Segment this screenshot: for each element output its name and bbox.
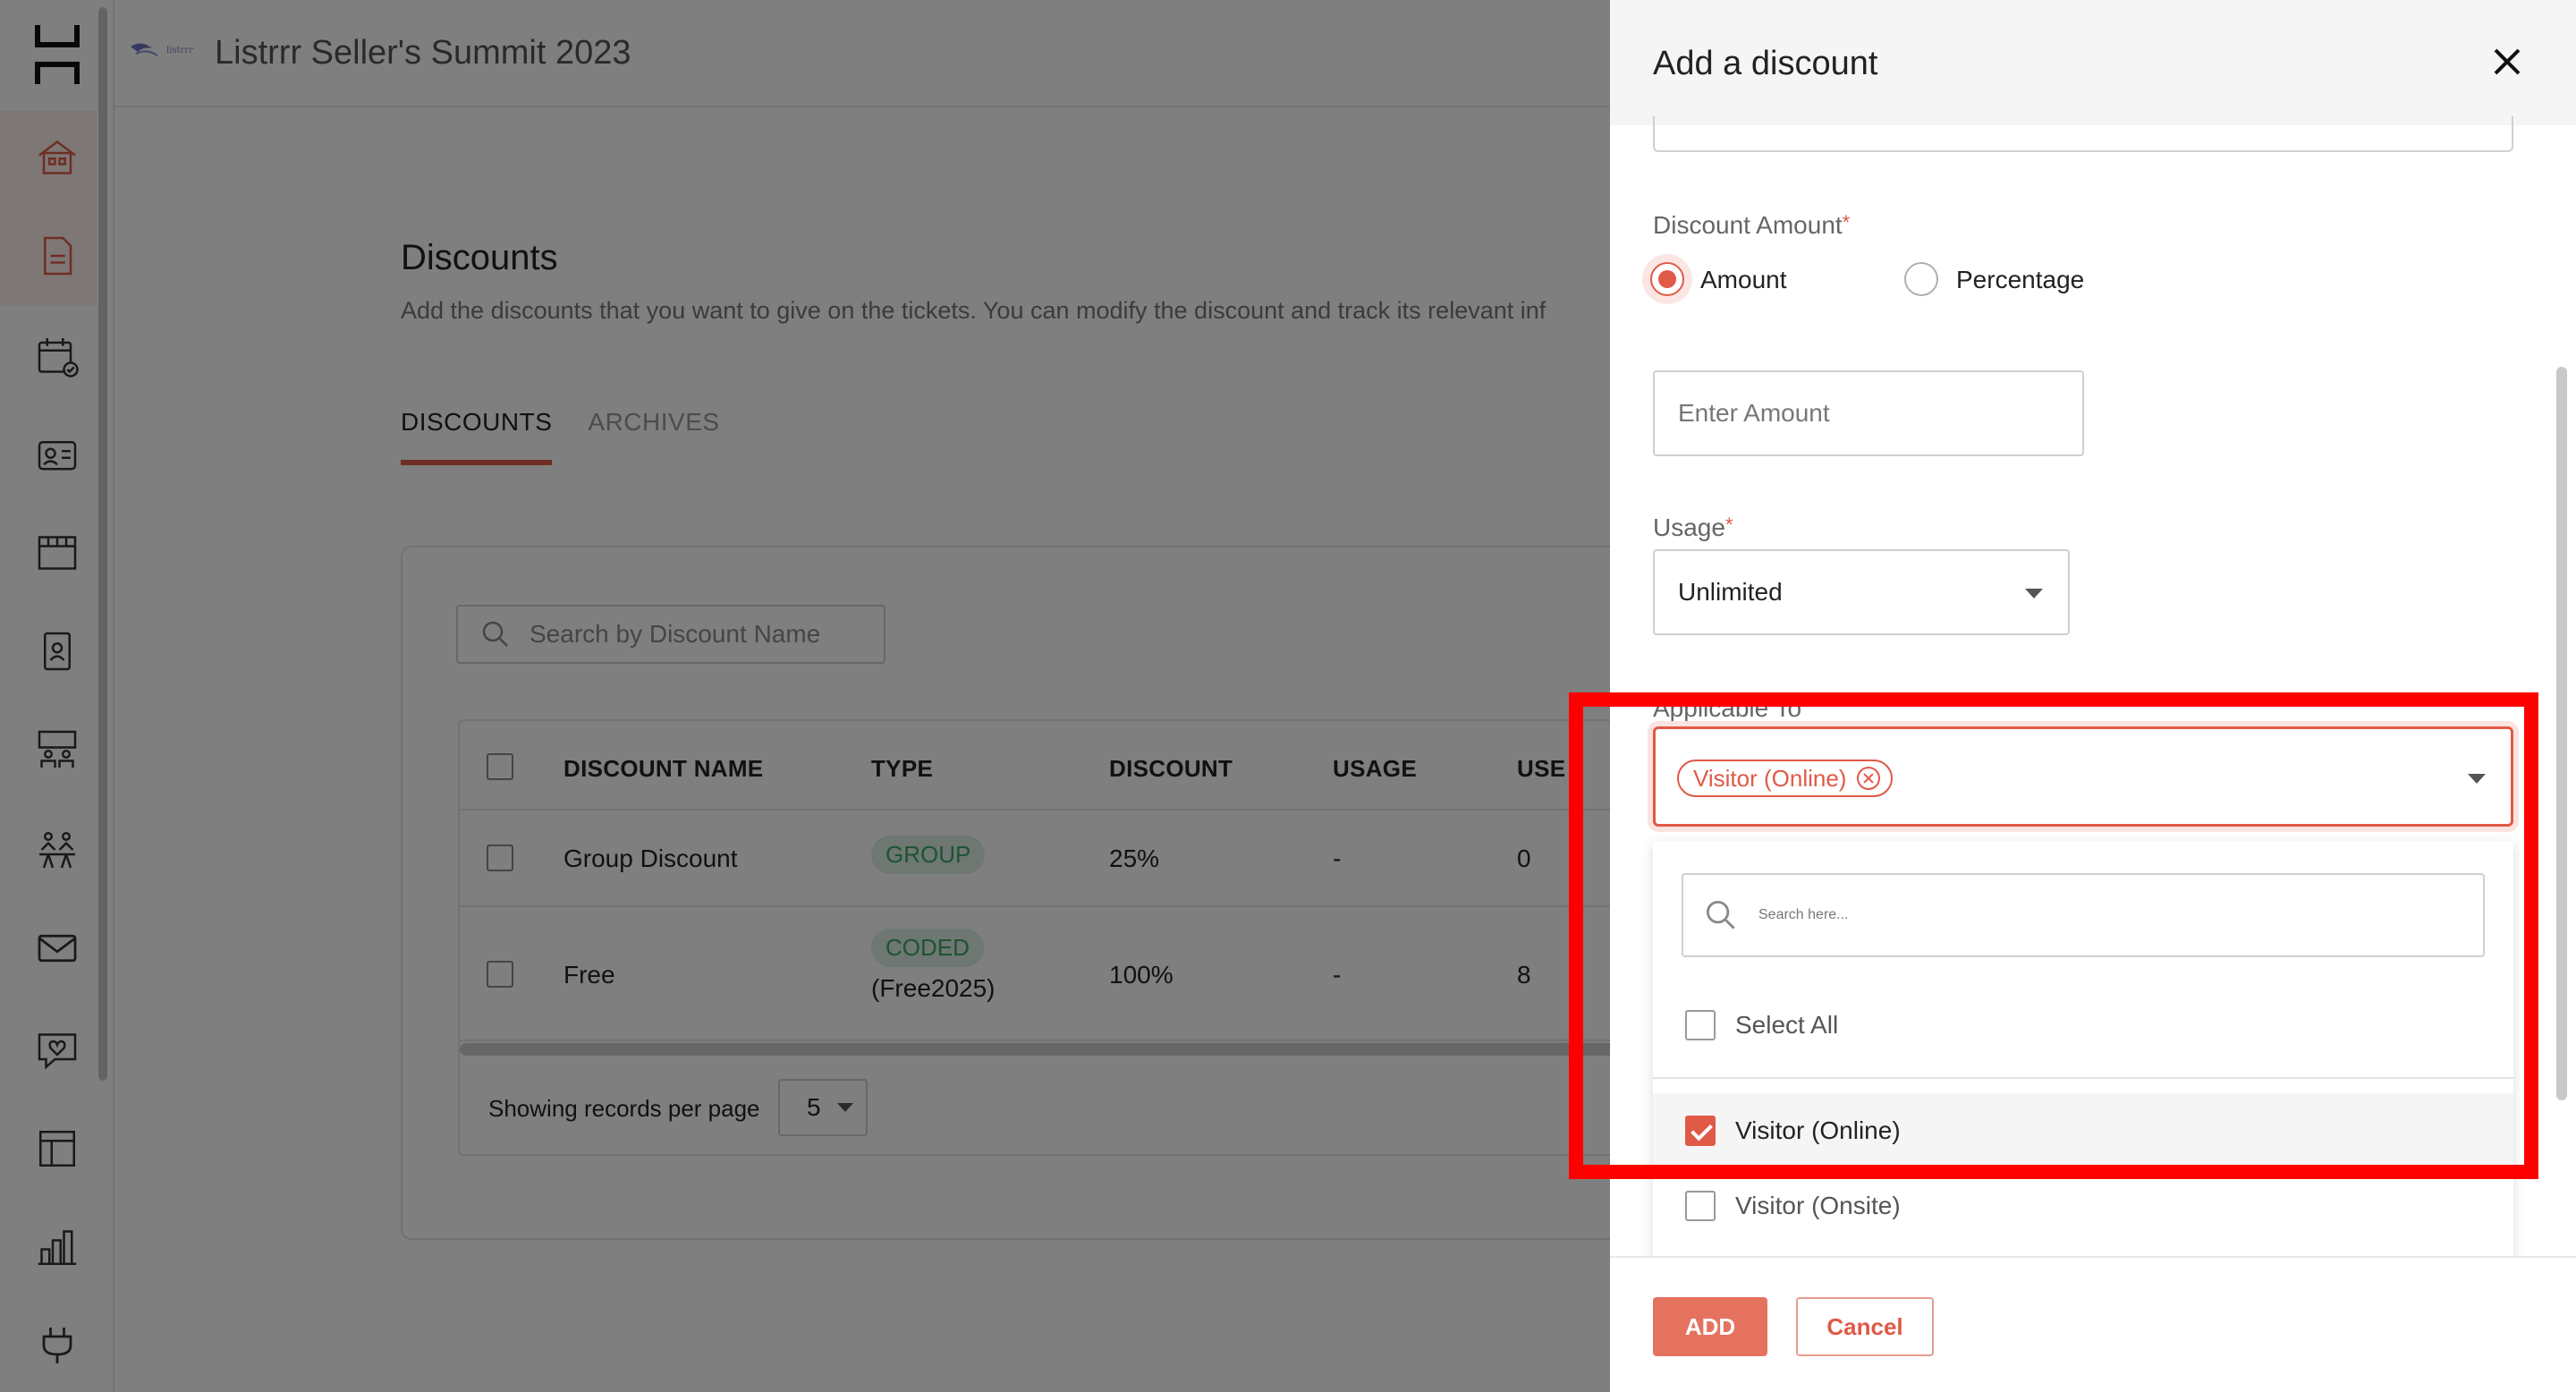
usage-select-value: Unlimited: [1678, 578, 1783, 606]
close-button[interactable]: [2487, 41, 2528, 82]
usage-select[interactable]: Unlimited: [1653, 549, 2070, 635]
add-button[interactable]: ADD: [1653, 1297, 1767, 1356]
close-icon: [2494, 48, 2521, 75]
amount-radio[interactable]: [1650, 262, 1684, 296]
annotation-highlight-box: [1569, 692, 2538, 1179]
drawer-header: Add a discount: [1610, 0, 2576, 125]
discount-amount-label: Discount Amount*: [1653, 211, 1851, 239]
amount-radio-label[interactable]: Amount: [1700, 266, 1787, 294]
option-visitor-onsite[interactable]: Visitor (Onsite): [1653, 1168, 2513, 1243]
drawer-scrollbar[interactable]: [2556, 367, 2567, 1100]
modal-backdrop[interactable]: [0, 0, 1610, 1392]
option-label: Visitor (Onsite): [1735, 1192, 1901, 1219]
percentage-radio-label[interactable]: Percentage: [1956, 266, 2084, 294]
previous-field-input[interactable]: [1653, 116, 2513, 152]
usage-label: Usage*: [1653, 514, 1733, 541]
amount-input-placeholder: Enter Amount: [1678, 399, 1830, 427]
option-checkbox[interactable]: [1685, 1191, 1716, 1221]
cancel-button[interactable]: Cancel: [1796, 1297, 1934, 1356]
drawer-footer: ADD Cancel: [1610, 1256, 2576, 1392]
drawer-title: Add a discount: [1653, 45, 1878, 82]
amount-input[interactable]: Enter Amount: [1653, 370, 2084, 456]
chevron-down-icon: [2025, 589, 2043, 598]
percentage-radio[interactable]: [1904, 262, 1938, 296]
